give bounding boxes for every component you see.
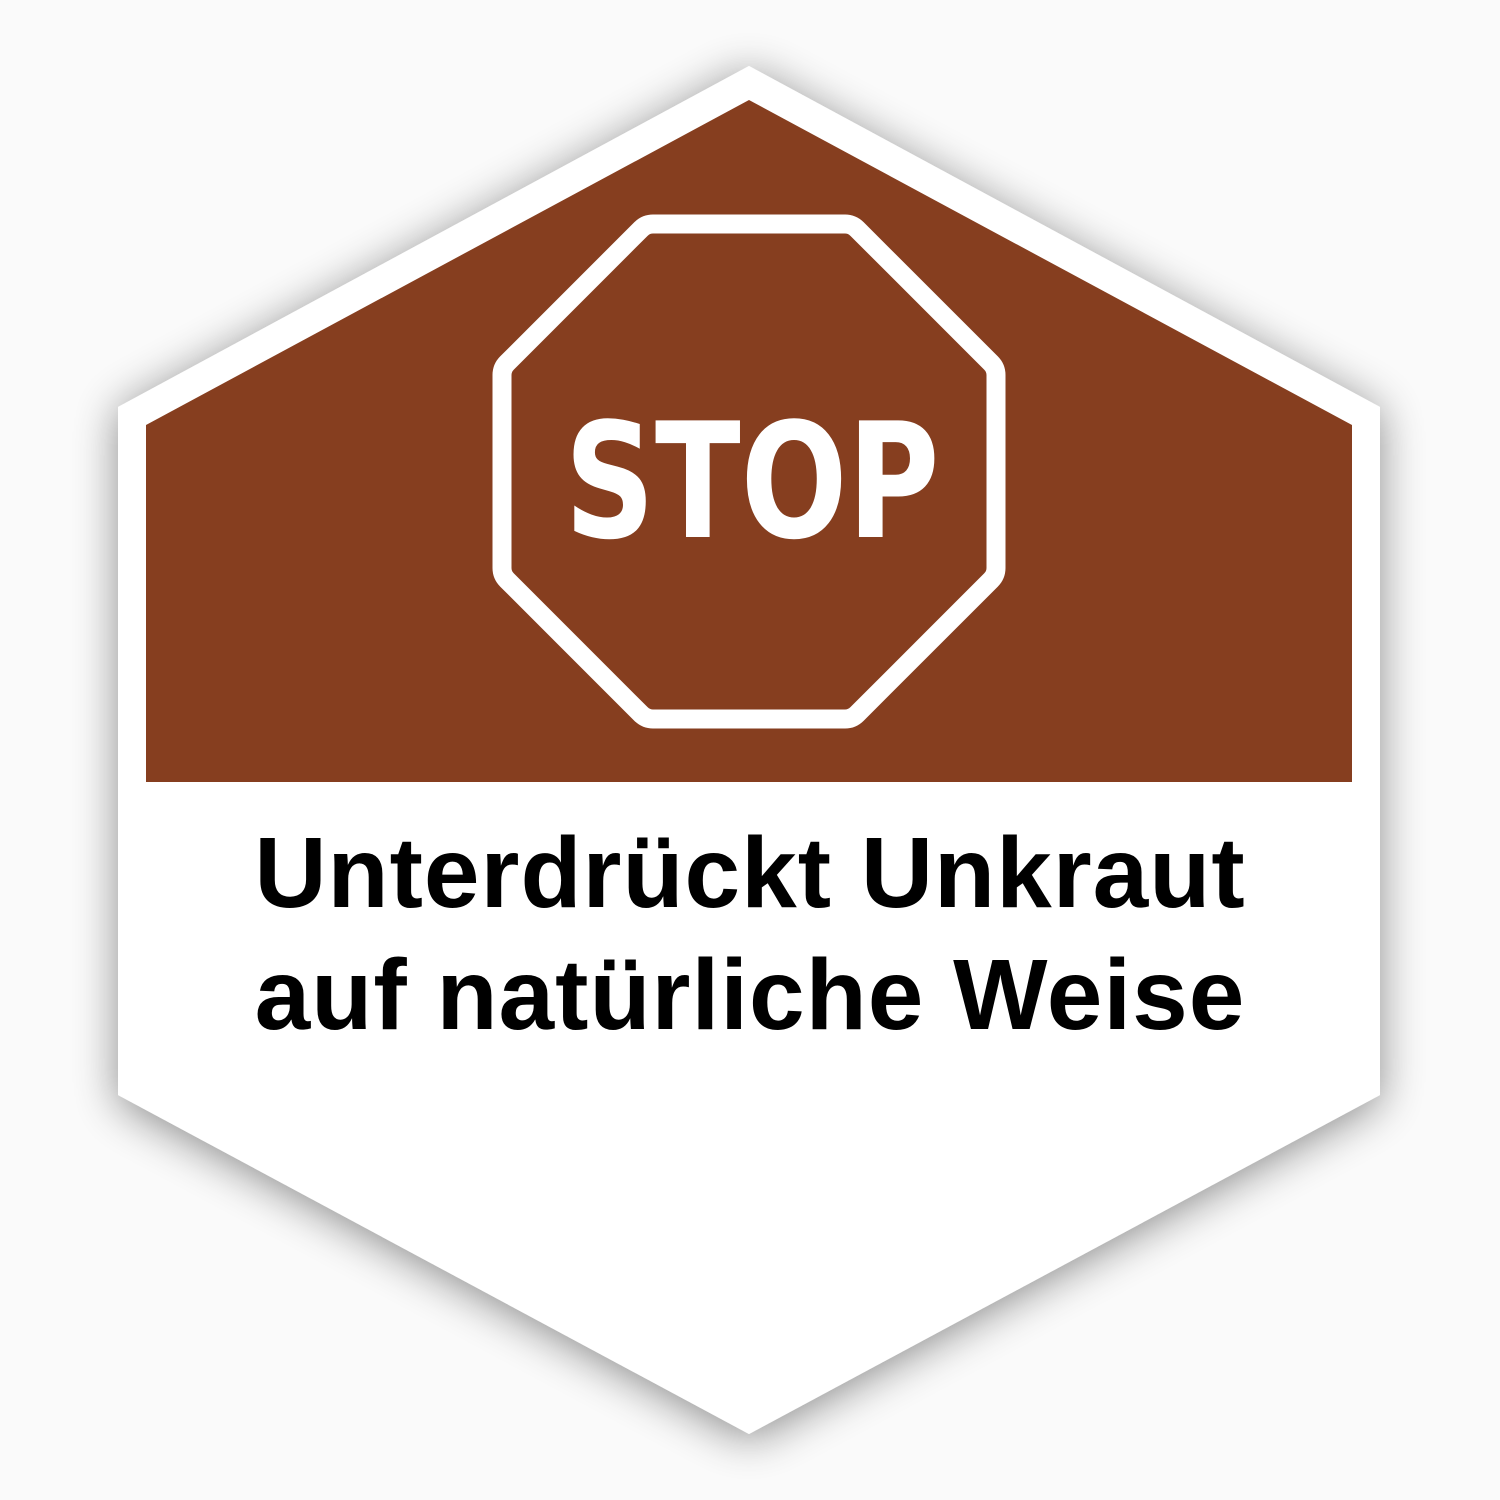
stop-label: STOP	[565, 388, 940, 575]
badge-stage: STOP Unterdrückt Unkraut auf natürliche …	[0, 0, 1500, 1500]
caption-line-1: Unterdrückt Unkraut	[254, 817, 1246, 929]
caption-line-2: auf natürliche Weise	[254, 939, 1246, 1051]
caption: Unterdrückt Unkraut auf natürliche Weise	[150, 812, 1350, 1056]
hexagon-badge: STOP	[118, 66, 1380, 1434]
